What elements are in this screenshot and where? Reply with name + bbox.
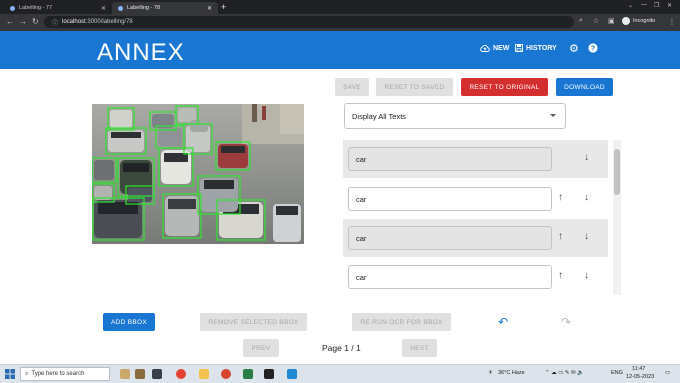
tab-favicon-icon xyxy=(118,5,123,11)
arrow-down-icon[interactable]: ↓ xyxy=(584,192,589,204)
bookmark-star-icon[interactable]: ☆ xyxy=(593,17,599,25)
reset-to-original-button[interactable]: RESET TO ORIGINAL xyxy=(461,78,548,96)
text-field[interactable]: car xyxy=(348,265,552,289)
save-button[interactable]: SAVE xyxy=(335,78,369,96)
text-field[interactable]: car xyxy=(348,187,552,211)
back-arrow-icon[interactable]: ← xyxy=(6,17,14,26)
arrow-down-icon[interactable]: ↓ xyxy=(584,231,589,243)
clock-date[interactable]: 12-05-2023 xyxy=(626,374,654,380)
rerun-ocr-button[interactable]: RE RUN OCR FOR BBOX xyxy=(352,313,451,331)
incognito-icon xyxy=(622,17,630,25)
close-icon[interactable]: ✕ xyxy=(101,5,106,12)
menu-dots-icon[interactable]: ⋮ xyxy=(668,17,676,26)
weather-icon: ☀ xyxy=(488,370,493,376)
reset-to-saved-button[interactable]: RESET TO SAVED xyxy=(376,78,453,96)
forward-arrow-icon[interactable]: → xyxy=(19,17,27,26)
cloud-upload-icon xyxy=(480,45,490,52)
save-disk-icon xyxy=(515,44,523,52)
tab-favicon-icon xyxy=(10,5,15,11)
help-icon[interactable]: ? xyxy=(588,43,598,53)
app-icon[interactable] xyxy=(243,369,253,379)
browser-tab-strip: Labelling - 77 ✕ Labelling - 78 ✕ + ⌄ — … xyxy=(0,0,680,14)
svg-text:?: ? xyxy=(591,46,595,53)
list-item[interactable]: car ↓ xyxy=(343,140,608,178)
app-bar: ANNEX NEW HISTORY ⚙ ? xyxy=(0,31,680,69)
app-icon[interactable] xyxy=(221,369,231,379)
chrome-icon[interactable] xyxy=(176,369,186,379)
list-item[interactable]: car ↑ ↓ xyxy=(343,219,608,257)
remove-selected-bbox-button[interactable]: REMOVE SELECTED BBOX xyxy=(200,313,307,331)
search-placeholder: Type here to search xyxy=(31,371,85,377)
vscode-icon[interactable] xyxy=(287,369,297,379)
annotated-image[interactable] xyxy=(92,104,304,244)
next-page-button[interactable]: NEXT xyxy=(402,339,437,357)
browser-tab-78[interactable]: Labelling - 78 ✕ xyxy=(112,2,218,14)
side-panel-icon[interactable]: ▣ xyxy=(608,17,615,25)
profile-label: Incognito xyxy=(633,18,656,24)
notification-icon[interactable]: ▭ xyxy=(665,370,670,376)
text-field[interactable]: car xyxy=(348,147,552,171)
window-close-icon[interactable]: ✕ xyxy=(667,2,672,9)
chevron-down-icon[interactable]: ⌄ xyxy=(628,2,633,9)
traffic-photo xyxy=(92,104,304,244)
terminal-icon[interactable] xyxy=(264,369,274,379)
scrollbar-thumb[interactable] xyxy=(614,149,620,195)
page-indicator: Page 1 / 1 xyxy=(322,343,361,353)
new-button[interactable]: NEW xyxy=(480,44,509,52)
history-button[interactable]: HISTORY xyxy=(515,44,557,52)
arrow-down-icon[interactable]: ↓ xyxy=(584,270,589,282)
redo-icon[interactable]: ↷ xyxy=(561,315,571,329)
browser-tab-77[interactable]: Labelling - 77 ✕ xyxy=(4,2,112,14)
dropdown-caret-icon xyxy=(550,114,556,117)
arrow-up-icon[interactable]: ↑ xyxy=(558,192,563,204)
brand-title[interactable]: ANNEX xyxy=(97,39,185,67)
search-icon: ⌕ xyxy=(25,370,29,377)
taskbar-app-icon[interactable] xyxy=(120,369,130,379)
url-path: :3000/labelling/78 xyxy=(85,19,133,25)
display-mode-select[interactable]: Display All Texts xyxy=(344,103,566,129)
list-scrollbar[interactable] xyxy=(613,140,621,295)
history-label: HISTORY xyxy=(526,44,557,52)
address-bar-row: ← → ↻ ⓘ localhost:3000/labelling/78 ⌕ ☆ … xyxy=(0,14,680,31)
tab-title: Labelling - 78 xyxy=(127,5,161,11)
taskbar-app-icon[interactable] xyxy=(135,369,145,379)
arrow-up-icon[interactable]: ↑ xyxy=(558,270,563,282)
arrow-down-icon[interactable]: ↓ xyxy=(584,152,589,164)
list-item[interactable]: car ↑ ↓ xyxy=(343,258,608,295)
url-field[interactable]: ⓘ localhost:3000/labelling/78 xyxy=(44,16,574,28)
task-view-icon[interactable] xyxy=(152,369,162,379)
file-explorer-icon[interactable] xyxy=(199,369,209,379)
prev-page-button[interactable]: PREV xyxy=(243,339,279,357)
reload-icon[interactable]: ↻ xyxy=(32,17,39,26)
settings-gear-icon[interactable]: ⚙ xyxy=(569,42,579,55)
list-item[interactable]: car ↑ ↓ xyxy=(343,180,608,218)
profile-button[interactable]: Incognito xyxy=(622,17,655,25)
add-bbox-button[interactable]: ADD BBOX xyxy=(103,313,155,331)
url-host: localhost xyxy=(62,19,86,25)
language-indicator[interactable]: ENG xyxy=(611,370,623,376)
display-mode-value: Display All Texts xyxy=(352,111,407,121)
new-label: NEW xyxy=(493,44,510,52)
undo-icon[interactable]: ↶ xyxy=(498,315,508,329)
ocr-text-list: car ↓ car ↑ ↓ car ↑ ↓ car ↑ ↓ xyxy=(343,140,608,295)
text-field[interactable]: car xyxy=(348,226,552,250)
close-icon[interactable]: ✕ xyxy=(207,5,212,12)
weather-text[interactable]: 36°C Haze xyxy=(498,370,525,376)
tab-title: Labelling - 77 xyxy=(19,5,53,11)
restore-icon[interactable]: ❐ xyxy=(654,2,659,9)
info-icon: ⓘ xyxy=(52,20,59,27)
new-tab-icon[interactable]: + xyxy=(221,2,226,12)
os-taskbar: ⌕ Type here to search ☀ 36°C Haze ⌃ ☁ ▭ … xyxy=(0,364,680,383)
download-button[interactable]: DOWNLOAD xyxy=(556,78,613,96)
taskbar-search[interactable]: ⌕ Type here to search xyxy=(20,367,110,381)
windows-start-icon[interactable] xyxy=(5,369,15,379)
arrow-up-icon[interactable]: ↑ xyxy=(558,231,563,243)
clock-time[interactable]: 11:47 xyxy=(632,366,645,372)
minimize-icon[interactable]: — xyxy=(641,2,647,8)
tray-icons[interactable]: ⌃ ☁ ▭ ✎ ✉ 🔈 xyxy=(545,370,584,376)
zoom-icon[interactable]: ⌕ xyxy=(579,17,583,25)
